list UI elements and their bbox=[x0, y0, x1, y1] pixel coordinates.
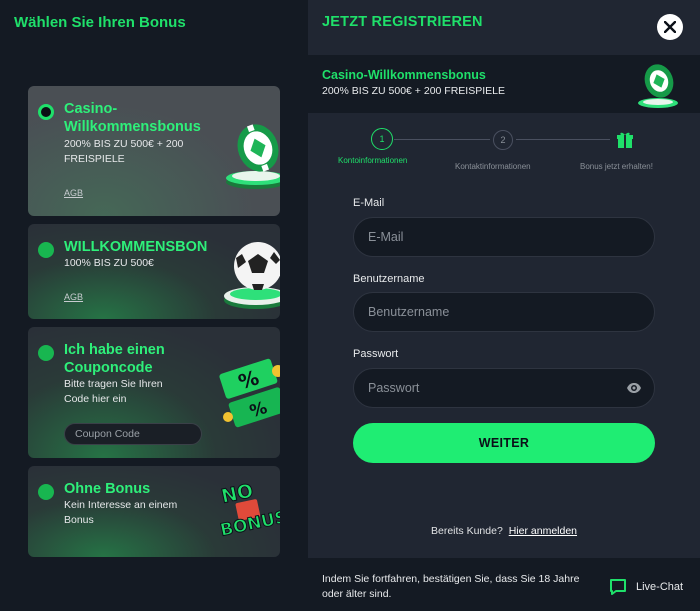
password-field[interactable] bbox=[353, 368, 655, 408]
step-connector bbox=[516, 139, 610, 140]
bonus-desc-line: Kein Interesse an einem bbox=[64, 499, 178, 511]
radio-coupon[interactable] bbox=[38, 345, 54, 361]
bonus-desc-line: 200% BIS ZU 500€ + 200 bbox=[64, 138, 184, 150]
coupon-ticket-icon: % % bbox=[219, 358, 280, 428]
bonus-desc-line: Bitte tragen Sie Ihren bbox=[64, 378, 163, 390]
agb-link[interactable]: AGB bbox=[64, 292, 83, 302]
bonus-card-desc: Kein Interesse an einem Bonus bbox=[64, 498, 177, 528]
bonus-title-line: Willkommensbonus bbox=[64, 119, 201, 135]
bonus-card-title: Ohne Bonus bbox=[64, 481, 151, 497]
email-label: E-Mail bbox=[353, 197, 385, 209]
step-number: 1 bbox=[379, 134, 385, 144]
bonus-selection-panel: Wählen Sie Ihren Bonus Casino- Willkomme… bbox=[0, 0, 308, 611]
step-1-label: Kontoinformationen bbox=[338, 156, 408, 165]
radio-no-bonus[interactable] bbox=[38, 484, 54, 500]
agb-link[interactable]: AGB bbox=[64, 188, 83, 198]
show-password-icon[interactable] bbox=[626, 380, 642, 396]
banner-subtitle: 200% BIS ZU 500€ + 200 FREISPIELE bbox=[322, 85, 505, 97]
step-2-indicator: 2 bbox=[493, 130, 513, 150]
step-2-label: Kontaktinformationen bbox=[455, 162, 531, 171]
bonus-card-desc: 100% BIS ZU 500€ bbox=[64, 257, 154, 269]
step-connector bbox=[394, 139, 490, 140]
username-label: Benutzername bbox=[353, 273, 425, 285]
footer: Indem Sie fortfahren, bestätigen Sie, da… bbox=[308, 558, 700, 611]
email-field[interactable] bbox=[353, 217, 655, 257]
login-link[interactable]: Hier anmelden bbox=[509, 525, 577, 537]
step-1-indicator: 1 bbox=[371, 128, 393, 150]
age-confirmation-text: Indem Sie fortfahren, bestätigen Sie, da… bbox=[322, 573, 580, 600]
bonus-desc-line: FREISPIELE bbox=[64, 153, 125, 165]
banner-title: Casino-Willkommensbonus bbox=[322, 68, 486, 82]
username-field[interactable] bbox=[353, 292, 655, 332]
bonus-card-casino[interactable]: Casino- Willkommensbonus 200% BIS ZU 500… bbox=[28, 86, 280, 216]
registration-panel: JETZT REGISTRIEREN Casino-Willkommensbon… bbox=[308, 0, 700, 611]
step-number: 2 bbox=[500, 135, 506, 145]
casino-chip-icon bbox=[226, 124, 280, 189]
bonus-desc-line: Bonus bbox=[64, 514, 94, 526]
bonus-title-line: Ich habe einen bbox=[64, 342, 165, 358]
continue-button[interactable]: WEITER bbox=[353, 423, 655, 463]
password-label: Passwort bbox=[353, 348, 399, 360]
bonus-card-title: Casino- Willkommensbonus bbox=[64, 100, 201, 136]
live-chat-label: Live-Chat bbox=[636, 581, 684, 593]
login-prompt-row: Bereits Kunde? Hier anmelden bbox=[308, 525, 700, 537]
bonus-card-title: WILLKOMMENSBON bbox=[64, 239, 208, 255]
bonus-card-desc: Bitte tragen Sie Ihren Code hier ein bbox=[64, 377, 163, 407]
login-prompt-text: Bereits Kunde? bbox=[430, 525, 503, 537]
bonus-card-no-bonus[interactable]: Ohne Bonus Kein Interesse an einem Bonus… bbox=[28, 466, 280, 557]
bonus-title-line: Casino- bbox=[64, 101, 118, 117]
bonus-panel-title: Wählen Sie Ihren Bonus bbox=[14, 14, 186, 31]
casino-chip-icon bbox=[638, 64, 678, 108]
live-chat-button[interactable]: Live-Chat bbox=[608, 577, 683, 597]
bonus-desc-line: Code hier ein bbox=[64, 393, 127, 405]
radio-casino-bonus[interactable] bbox=[38, 104, 54, 120]
registration-title: JETZT REGISTRIEREN bbox=[322, 14, 483, 30]
gift-icon bbox=[617, 132, 633, 148]
step-3-label: Bonus jetzt erhalten! bbox=[580, 162, 653, 171]
bonus-banner: Casino-Willkommensbonus 200% BIS ZU 500€… bbox=[308, 55, 700, 113]
no-bonus-badge: NO BONUS bbox=[211, 473, 280, 556]
chat-icon bbox=[610, 579, 626, 595]
bonus-card-desc: 200% BIS ZU 500€ + 200 FREISPIELE bbox=[64, 137, 183, 167]
bonus-card-title: Ich habe einen Couponcode bbox=[64, 341, 165, 377]
bonus-card-welcome[interactable]: WILLKOMMENSBON 100% BIS ZU 500€ AGB bbox=[28, 224, 280, 319]
close-button[interactable] bbox=[657, 14, 683, 40]
bonus-card-coupon[interactable]: Ich habe einen Couponcode Bitte tragen S… bbox=[28, 327, 280, 458]
bonus-title-line: Couponcode bbox=[64, 360, 153, 376]
coupon-code-input[interactable] bbox=[64, 423, 202, 445]
close-icon bbox=[664, 21, 676, 33]
radio-welcome-bonus[interactable] bbox=[38, 242, 54, 258]
soccer-ball-icon bbox=[224, 242, 280, 309]
